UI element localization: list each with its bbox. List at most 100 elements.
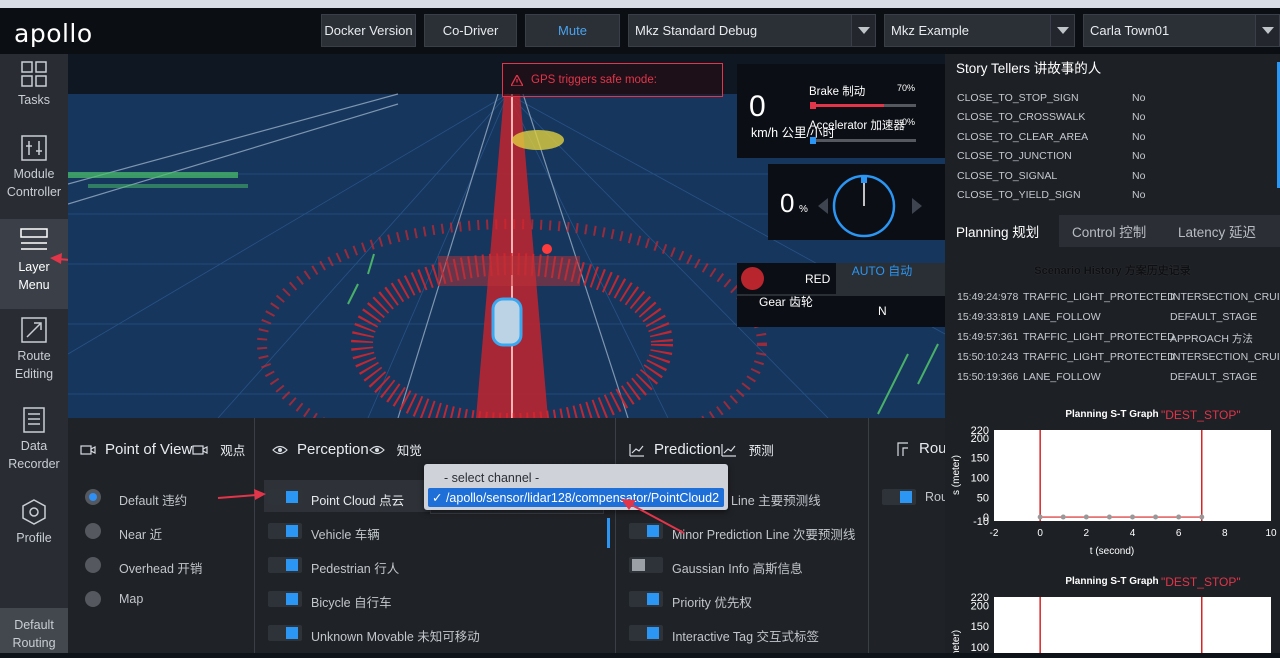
sidebar-item-module-controller[interactable]: Module Controller	[0, 134, 68, 214]
x-axis-label: t (second)	[1090, 546, 1134, 557]
sidebar-item-label: Route Editing	[14, 349, 54, 381]
sliders-icon	[21, 135, 47, 161]
pov-radio-near[interactable]	[85, 523, 101, 539]
3d-scene-viewport[interactable]: GPS triggers safe mode: 0 km/h 公里/小时 Bra…	[68, 54, 945, 418]
sidebar-item-label: Data Recorder	[8, 439, 60, 471]
co-driver-button[interactable]: Co-Driver	[424, 14, 517, 47]
sidebar-item-label: Module Controller	[6, 167, 62, 199]
story-teller-name: CLOSE_TO_CLEAR_AREA	[957, 130, 1089, 143]
plot-area	[994, 430, 1271, 521]
mode-select[interactable]: Mkz Standard Debug	[628, 14, 876, 47]
docker-version-button[interactable]: Docker Version	[321, 14, 416, 47]
gear-label: Gear 齿轮	[759, 295, 814, 309]
prediction-item-label: Minor Prediction Line 次要预测线	[672, 528, 856, 542]
apollo-logo: apollo	[14, 19, 93, 48]
eye-icon	[272, 445, 288, 454]
annotation-arrow	[621, 499, 685, 534]
pedestrian-toggle[interactable]	[268, 557, 302, 573]
mode-select-value: Mkz Standard Debug	[635, 23, 758, 38]
auto-mode-text: AUTO 自动	[851, 264, 913, 278]
hexagon-icon	[22, 499, 46, 525]
scenario-scenario: LANE_FOLLOW	[1023, 371, 1101, 383]
sidebar-item-default-routing[interactable]: Default Routing	[0, 608, 68, 653]
prediction-title-cn: 预测	[748, 444, 774, 458]
annotation-arrow	[217, 489, 266, 500]
camera-icon	[80, 444, 96, 455]
signal-text: RED	[805, 272, 831, 286]
speed-value: 0	[749, 90, 766, 123]
dropdown-option-placeholder[interactable]: - select channel -	[444, 471, 539, 485]
warning-icon	[511, 74, 523, 86]
pov-radio-overhead[interactable]	[85, 557, 101, 573]
scenario-time: 15:50:10:243	[957, 351, 1019, 363]
layers-icon	[20, 228, 48, 250]
sidebar-item-route-editing[interactable]: Route Editing	[0, 316, 68, 388]
vehicle-toggle[interactable]	[268, 523, 302, 539]
gaussian-info-toggle[interactable]	[629, 557, 663, 573]
priority-toggle[interactable]	[629, 591, 663, 607]
sidebar-item-profile[interactable]: Profile	[0, 498, 68, 548]
pov-option-label: Near 近	[119, 528, 163, 542]
sidebar-item-data-recorder[interactable]: Data Recorder	[0, 406, 68, 478]
st-path-point	[1176, 514, 1182, 520]
chevron-down-icon	[1050, 15, 1074, 46]
tab-latency[interactable]: Latency 延迟	[1178, 215, 1278, 247]
scenario-stage: DEFAULT_STAGE	[1170, 311, 1258, 323]
accelerator-percent: 0%	[902, 117, 916, 127]
routing-title: Rou	[919, 440, 947, 457]
bicycle-toggle[interactable]	[268, 591, 302, 607]
pov-option-label: Default 违约	[119, 494, 188, 508]
prediction-item-label: Interactive Tag 交互式标签	[672, 630, 820, 644]
warning-text: GPS triggers safe mode:	[531, 74, 657, 86]
y-axis-label: s (meter)	[951, 455, 962, 495]
st-path-point	[1153, 514, 1159, 520]
tab-bar: Planning 规划 Control 控制 Latency 延迟	[945, 215, 1280, 247]
layer-menu-panel: Point of View 观点 Default 违约 Near 近 Overh…	[68, 418, 948, 653]
pov-radio-default[interactable]	[85, 489, 101, 505]
brake-percent: 70%	[897, 83, 916, 93]
unknown-movable-toggle[interactable]	[268, 625, 302, 641]
scenario-stage: INTERSECTION_CRUISE	[1170, 351, 1280, 363]
st-path-point	[1199, 514, 1205, 520]
y-tick-label: 100	[971, 642, 989, 653]
st-path-point	[1060, 514, 1066, 520]
scrollbar[interactable]	[607, 518, 610, 548]
mute-button[interactable]: Mute	[525, 14, 620, 47]
y-tick-label: 100	[971, 472, 989, 484]
routing-section: Rou Rou	[870, 418, 948, 653]
perception-item-label: Point Cloud 点云	[311, 494, 405, 508]
sidebar-item-tasks[interactable]: Tasks	[0, 60, 68, 130]
traffic-light-indicator: RED	[737, 263, 836, 294]
story-teller-value: No	[1132, 169, 1146, 182]
gear-row: Gear 齿轮 N	[737, 295, 945, 327]
vehicle-select-value: Mkz Example	[891, 23, 970, 38]
brake-bar-fill	[810, 104, 885, 107]
point-cloud-toggle[interactable]	[268, 489, 302, 505]
st-path-point	[1083, 514, 1089, 520]
st-path-point	[1037, 514, 1043, 520]
plot-area	[994, 597, 1271, 653]
pov-option-label: Overhead 开销	[119, 562, 203, 576]
sidebar-item-label: Default Routing	[12, 618, 56, 650]
interactive-tag-toggle[interactable]	[629, 625, 663, 641]
document-icon	[23, 407, 45, 433]
x-tick-label: 10	[1265, 528, 1277, 539]
graph-annotation: "DEST_STOP"	[1161, 408, 1241, 422]
tab-control[interactable]: Control 控制	[1072, 215, 1172, 247]
scenario-scenario: TRAFFIC_LIGHT_PROTECTED	[1023, 291, 1175, 303]
pov-title: Point of View	[105, 441, 193, 458]
scenario-stage: DEFAULT_STAGE	[1170, 371, 1258, 383]
story-teller-value: No	[1132, 92, 1146, 104]
scenario-time: 15:49:24:978	[957, 291, 1019, 303]
tab-planning[interactable]: Planning 规划	[945, 215, 1059, 247]
story-teller-value: No	[1132, 189, 1146, 201]
perception-title-cn: 知觉	[396, 444, 422, 458]
routing-toggle[interactable]	[882, 489, 916, 505]
vehicle-select[interactable]: Mkz Example	[884, 14, 1075, 47]
pov-radio-map[interactable]	[85, 591, 101, 607]
y-tick-label: 150	[971, 621, 989, 633]
map-select[interactable]: Carla Town01	[1083, 14, 1280, 47]
scenario-time: 15:50:19:366	[957, 371, 1019, 383]
scenario-scenario: LANE_FOLLOW	[1023, 311, 1101, 323]
brake-bar	[810, 102, 916, 109]
